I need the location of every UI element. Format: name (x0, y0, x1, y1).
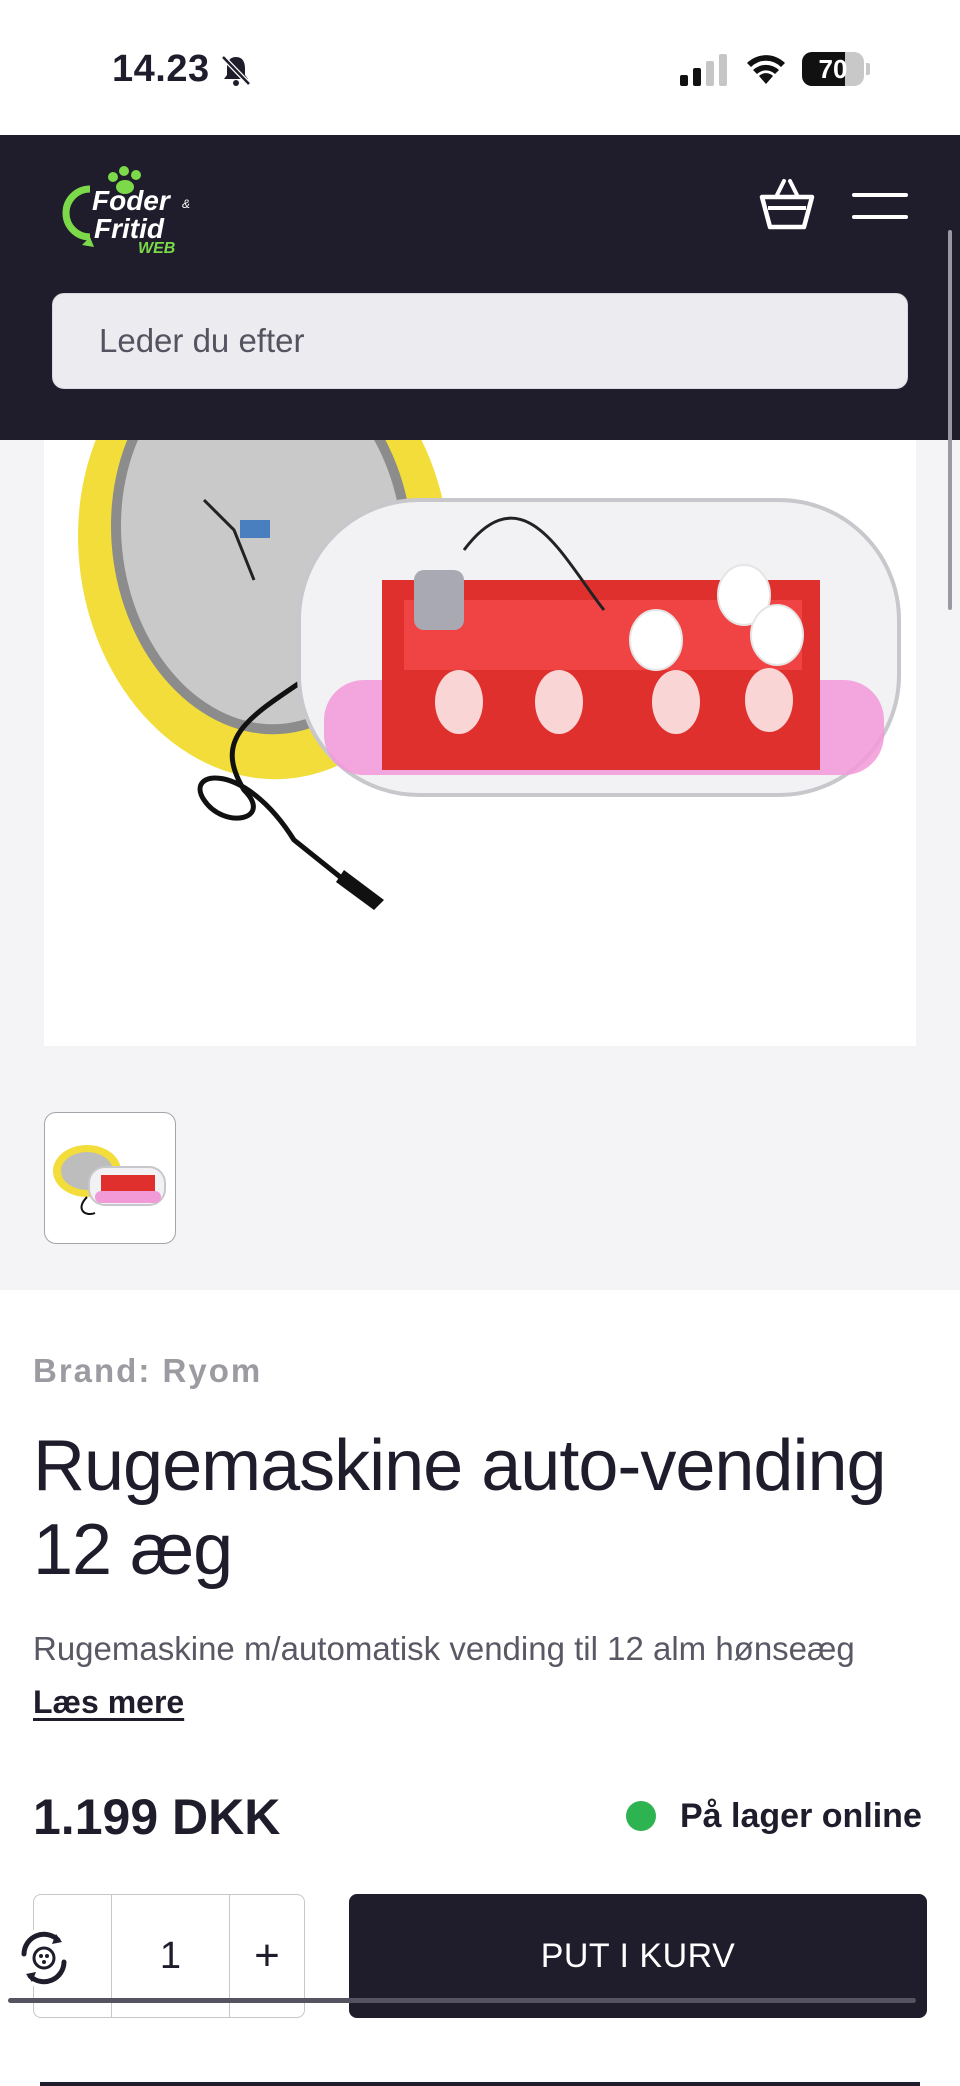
product-description: Rugemaskine m/automatisk vending til 12 … (33, 1630, 855, 1667)
logo-text-foder: Foder (92, 185, 170, 216)
battery-icon: 70 (802, 52, 864, 86)
search-box (52, 293, 908, 389)
battery-nub (866, 63, 870, 75)
read-more-link[interactable]: Læs mere (33, 1684, 184, 1721)
product-image[interactable] (44, 440, 916, 1046)
widget-icon[interactable] (12, 1926, 76, 1990)
stock-status: På lager online (626, 1794, 922, 1838)
bell-muted-icon (221, 55, 251, 86)
logo-text-amp: & (182, 197, 191, 211)
cart-icon[interactable] (758, 177, 816, 235)
site-logo[interactable]: Foder & Fritid WEB (50, 159, 200, 259)
menu-icon[interactable] (852, 185, 908, 229)
stock-dot-icon (626, 1801, 656, 1831)
product-price: 1.199 DKK (33, 1789, 281, 1845)
status-time: 14.23 (112, 48, 210, 90)
stock-text: På lager online (680, 1796, 922, 1835)
product-info: Brand: Ryom Rugemaskine auto-vending 12 … (0, 1290, 960, 2086)
search-input[interactable] (53, 294, 907, 388)
brand-label: Brand: (33, 1352, 152, 1389)
status-bar: 14.23 70 (0, 0, 960, 135)
product-title: Rugemaskine auto-vending 12 æg (33, 1426, 887, 1590)
brand-value[interactable]: Ryom (163, 1352, 263, 1389)
product-thumbnail[interactable] (44, 1112, 176, 1244)
logo-text-web: WEB (138, 240, 176, 257)
battery-percent: 70 (818, 54, 848, 84)
thumbnail-image (53, 1145, 166, 1215)
page-scrollbar[interactable] (948, 230, 952, 610)
signal-icon (680, 54, 727, 86)
site-header: Foder & Fritid WEB (0, 135, 960, 440)
wifi-icon (747, 55, 785, 84)
home-indicator (8, 1998, 916, 2003)
next-section-edge (40, 2082, 920, 2086)
incubator-illustration (78, 440, 901, 910)
brand-line: Brand: Ryom (33, 1352, 262, 1390)
logo-text-fritid: Fritid (94, 213, 164, 244)
